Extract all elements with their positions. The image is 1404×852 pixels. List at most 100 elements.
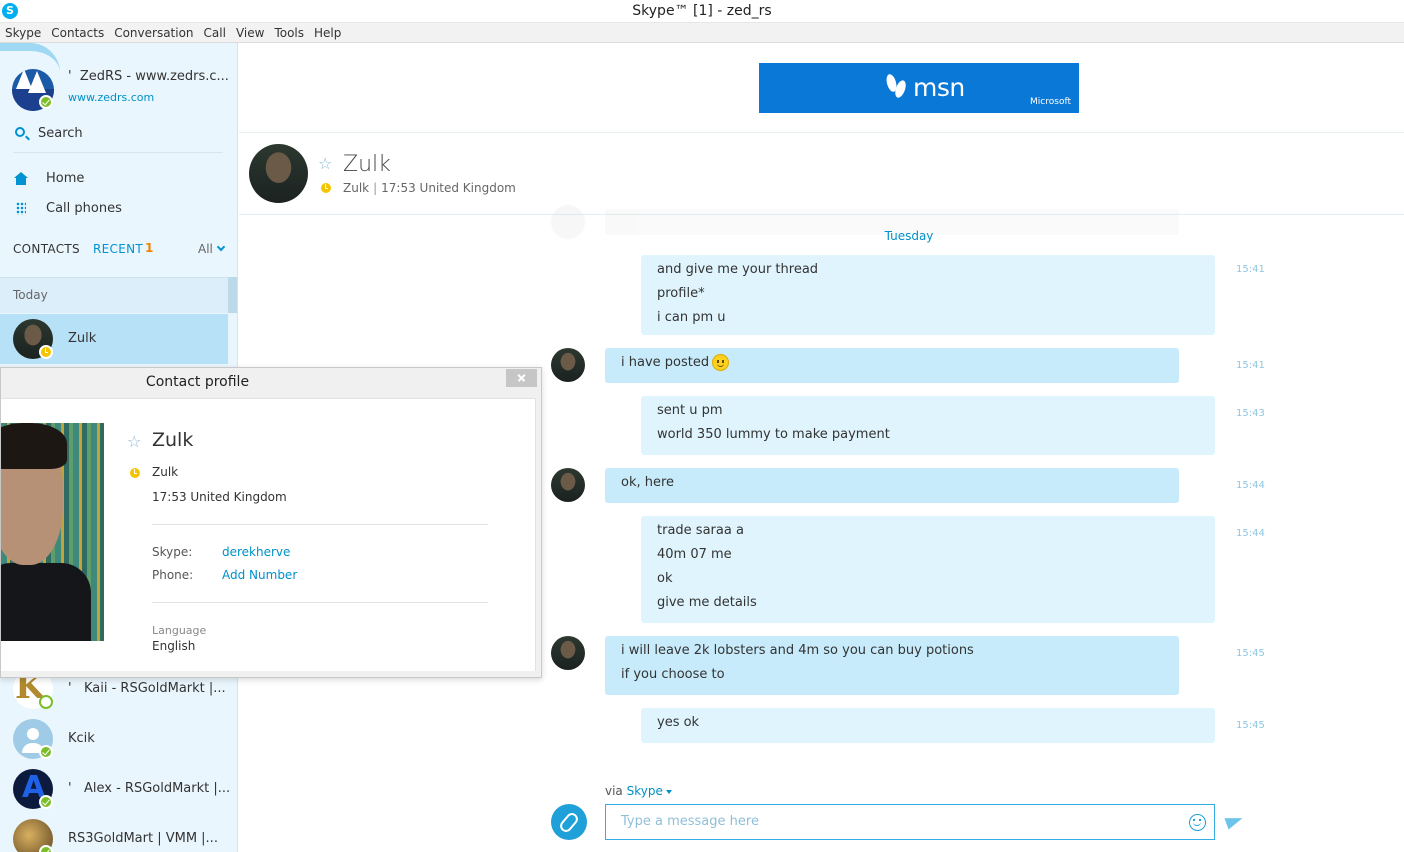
contact-item-zulk[interactable]: Zulk bbox=[0, 314, 228, 364]
message-text: profile* bbox=[657, 286, 705, 301]
sender-avatar[interactable] bbox=[551, 636, 585, 670]
message-text: i will leave 2k lobsters and 4m so you c… bbox=[621, 643, 974, 658]
message-bubble-incoming[interactable]: i will leave 2k lobsters and 4m so you c… bbox=[605, 636, 1179, 695]
online-status-icon bbox=[39, 845, 53, 852]
message-timestamp: 15:41 bbox=[1236, 360, 1265, 371]
contact-name: ' Kaii - RSGoldMarkt |... bbox=[68, 681, 226, 696]
menu-view[interactable]: View bbox=[231, 23, 269, 41]
profile-name: Zulk bbox=[152, 429, 194, 451]
sender-avatar[interactable] bbox=[551, 468, 585, 502]
sidebar-item-home[interactable]: Home bbox=[13, 169, 223, 191]
add-number-link[interactable]: Add Number bbox=[222, 568, 297, 582]
divider bbox=[152, 602, 488, 603]
msn-ad-banner[interactable]: msn Microsoft bbox=[759, 63, 1079, 113]
conversation-avatar[interactable] bbox=[249, 144, 308, 203]
message-text: yes ok bbox=[657, 715, 700, 730]
ad-company: Microsoft bbox=[1030, 97, 1071, 107]
tab-recent[interactable]: RECENT bbox=[93, 242, 143, 256]
send-via-selector[interactable]: via Skype bbox=[605, 784, 672, 798]
send-icon[interactable] bbox=[1224, 812, 1245, 830]
message-bubble-outgoing[interactable]: yes ok bbox=[641, 708, 1215, 743]
ad-brand: msn bbox=[913, 73, 965, 102]
close-icon[interactable] bbox=[506, 369, 537, 387]
emoticon-icon[interactable] bbox=[1189, 814, 1206, 831]
menu-call[interactable]: Call bbox=[199, 23, 231, 41]
contact-name: Kcik bbox=[68, 731, 95, 746]
ad-banner-area: msn Microsoft bbox=[239, 43, 1404, 133]
search-button[interactable]: Search bbox=[13, 125, 223, 153]
sidebar-item-label: Home bbox=[46, 171, 85, 186]
message-text: ok, here bbox=[621, 475, 675, 490]
contact-item-kcik[interactable]: Kcik bbox=[0, 714, 228, 764]
conversation-title[interactable]: Zulk bbox=[343, 152, 391, 177]
contact-name: ' Alex - RSGoldMarkt |... bbox=[68, 781, 231, 796]
contact-tabs: CONTACTS RECENT 1 All bbox=[13, 240, 228, 260]
message-bubble-incoming[interactable]: i have posted bbox=[605, 348, 1179, 383]
message-timestamp: 15:44 bbox=[1236, 480, 1265, 491]
message-text: ok bbox=[657, 571, 673, 586]
conversation-subtitle: Zulk | 17:53 United Kingdom bbox=[343, 181, 516, 195]
message-bubble-outgoing[interactable]: trade saraa a 40m 07 me ok give me detai… bbox=[641, 516, 1215, 623]
sender-avatar[interactable] bbox=[551, 348, 585, 382]
home-icon bbox=[14, 172, 28, 185]
message-bubble-outgoing[interactable]: sent u pm world 350 lummy to make paymen… bbox=[641, 396, 1215, 455]
search-icon bbox=[15, 127, 25, 137]
contact-item-rs3goldmart[interactable]: RS3GoldMart | VMM |... bbox=[0, 814, 228, 852]
menu-skype[interactable]: Skype bbox=[0, 23, 46, 41]
window-title: Skype™ [1] - zed_rs bbox=[632, 3, 772, 19]
my-display-name[interactable]: ' ZedRS - www.zedrs.c... bbox=[68, 69, 229, 84]
message-text: and give me your thread bbox=[657, 262, 819, 277]
message-input-box[interactable] bbox=[605, 804, 1215, 840]
contact-name: RS3GoldMart | VMM |... bbox=[68, 831, 218, 846]
online-status-icon bbox=[39, 745, 53, 759]
menu-tools[interactable]: Tools bbox=[269, 23, 309, 41]
message-bubble-incoming[interactable]: ok, here bbox=[605, 468, 1179, 503]
menu-conversation[interactable]: Conversation bbox=[109, 23, 198, 41]
message-text: give me details bbox=[657, 595, 757, 610]
conversation-header: ☆ Zulk Zulk | 17:53 United Kingdom bbox=[239, 133, 1404, 215]
chevron-down-icon[interactable] bbox=[216, 242, 226, 252]
message-text: i have posted bbox=[621, 351, 1163, 375]
attach-button[interactable] bbox=[551, 804, 587, 840]
message-timestamp: 15:45 bbox=[1236, 648, 1265, 659]
menu-bar: Skype Contacts Conversation Call View Tools He… bbox=[0, 23, 1404, 43]
menu-help[interactable]: Help bbox=[309, 23, 346, 41]
message-text: world 350 lummy to make payment bbox=[657, 427, 890, 442]
language-label: Language bbox=[152, 624, 207, 637]
away-status-icon bbox=[128, 466, 142, 480]
profile-location: 17:53 United Kingdom bbox=[152, 490, 287, 504]
message-bubble-outgoing[interactable]: and give me your thread profile* i can p… bbox=[641, 255, 1215, 335]
away-status-icon bbox=[39, 345, 53, 359]
profile-photo bbox=[1, 423, 104, 641]
menu-contacts[interactable]: Contacts bbox=[46, 23, 109, 41]
msn-butterfly-icon bbox=[887, 74, 909, 102]
contact-profile-dialog: Contact profile ☆ Zulk Zulk 17:53 United… bbox=[0, 367, 542, 678]
message-timestamp: 15:41 bbox=[1236, 264, 1265, 275]
message-timestamp: 15:44 bbox=[1236, 528, 1265, 539]
favorite-star-icon[interactable]: ☆ bbox=[318, 156, 334, 172]
divider bbox=[152, 524, 488, 525]
my-mood-message[interactable]: www.zedrs.com bbox=[68, 91, 154, 104]
title-bar: S Skype™ [1] - zed_rs bbox=[0, 0, 1404, 23]
filter-dropdown[interactable]: All bbox=[198, 242, 213, 256]
message-input[interactable] bbox=[621, 805, 1181, 837]
recent-count-badge: 1 bbox=[145, 241, 154, 255]
caret-down-icon bbox=[665, 789, 672, 794]
language-value: English bbox=[152, 639, 196, 653]
scrollbar-thumb[interactable] bbox=[228, 277, 237, 313]
favorite-star-icon[interactable]: ☆ bbox=[127, 432, 141, 451]
message-timestamp: 15:45 bbox=[1236, 720, 1265, 731]
tab-contacts[interactable]: CONTACTS bbox=[13, 242, 80, 256]
message-text: trade saraa a bbox=[657, 523, 744, 538]
sidebar-item-call-phones[interactable]: Call phones bbox=[13, 199, 223, 221]
skype-id-link[interactable]: derekherve bbox=[222, 545, 290, 559]
away-status-icon bbox=[319, 181, 333, 195]
contact-item-alex[interactable]: ' Alex - RSGoldMarkt |... bbox=[0, 764, 231, 814]
smiley-emoticon-icon bbox=[712, 354, 730, 371]
message-text: sent u pm bbox=[657, 403, 723, 418]
day-separator: Tuesday bbox=[884, 229, 934, 243]
offline-status-icon bbox=[39, 695, 53, 709]
message-text: if you choose to bbox=[621, 667, 725, 682]
message-timestamp: 15:43 bbox=[1236, 408, 1265, 419]
online-status-icon bbox=[39, 795, 53, 809]
